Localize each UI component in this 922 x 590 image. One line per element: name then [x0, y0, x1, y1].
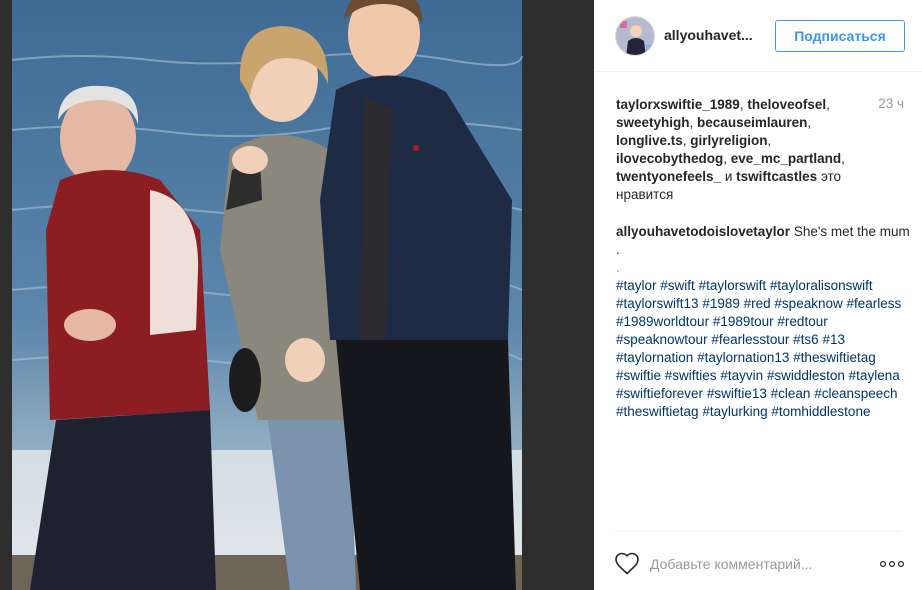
hashtag-link[interactable]: #ts6 [793, 332, 819, 347]
hashtag-link[interactable]: #tomhiddlestone [771, 404, 870, 419]
caption-dot: . [616, 260, 620, 275]
username-link[interactable]: allyouhavet... [664, 27, 756, 43]
hashtag-link[interactable]: #swift [660, 278, 695, 293]
like-user[interactable]: eve_mc_partland [731, 151, 841, 166]
hashtag-list: #taylor #swift #taylorswift #tayloraliso… [616, 277, 912, 421]
beach-photo-illustration [0, 0, 594, 590]
hashtag-link[interactable]: #taylor [616, 278, 657, 293]
like-user[interactable]: twentyonefeels_ [616, 169, 721, 184]
hashtag-link[interactable]: #theswiftietag [793, 350, 876, 365]
hashtag-link[interactable]: #swifties [665, 368, 717, 383]
hashtag-link[interactable]: #taylurking [702, 404, 767, 419]
hashtag-link[interactable]: #red [744, 296, 771, 311]
like-user[interactable]: longlive.ts [616, 133, 683, 148]
likes-and-word: и [724, 169, 733, 184]
hashtag-link[interactable]: #1989tour [713, 314, 774, 329]
footer-divider [614, 531, 902, 532]
post-details-panel: allyouhavet... Подписаться taylorxswifti… [594, 0, 922, 590]
hashtag-link[interactable]: #taylorswift13 [616, 296, 699, 311]
more-options-icon[interactable] [880, 561, 904, 567]
like-user[interactable]: ilovecobythedog [616, 151, 723, 166]
hashtag-link[interactable]: #1989 [702, 296, 740, 311]
hashtag-link[interactable]: #swiddleston [767, 368, 845, 383]
comment-input[interactable] [650, 554, 870, 574]
like-user[interactable]: tswiftcastles [736, 169, 817, 184]
follow-button[interactable]: Подписаться [775, 20, 905, 52]
hashtag-link[interactable]: #1989worldtour [616, 314, 709, 329]
like-user[interactable]: girlyreligion [690, 133, 767, 148]
like-user[interactable]: taylorxswiftie_1989 [616, 97, 740, 112]
caption-author[interactable]: allyouhavetodoislovetaylor [616, 224, 790, 239]
hashtag-link[interactable]: #speaknowtour [616, 332, 708, 347]
like-user[interactable]: sweetyhigh [616, 115, 690, 130]
hashtag-link[interactable]: #swiftieforever [616, 386, 703, 401]
post-caption: allyouhavetodoislovetaylor She's met the… [616, 223, 912, 421]
hashtag-link[interactable]: #speaknow [774, 296, 842, 311]
post-photo [0, 0, 594, 590]
hashtag-link[interactable]: #taylorswift [699, 278, 767, 293]
hashtag-link[interactable]: #tayvin [720, 368, 763, 383]
avatar[interactable] [615, 16, 655, 56]
hashtag-link[interactable]: #redtour [777, 314, 827, 329]
hashtag-link[interactable]: #clean [771, 386, 811, 401]
hashtag-link[interactable]: #theswiftietag [616, 404, 699, 419]
hashtag-link[interactable]: #taylena [849, 368, 900, 383]
post-header: allyouhavet... Подписаться [594, 0, 922, 72]
hashtag-link[interactable]: #fearlesstour [711, 332, 789, 347]
hashtag-link[interactable]: #taylornation13 [697, 350, 789, 365]
hashtag-link[interactable]: #swiftie13 [707, 386, 767, 401]
hashtag-link[interactable]: #tayloralisonswift [770, 278, 873, 293]
like-user[interactable]: theloveofsel [747, 97, 826, 112]
post-timestamp[interactable]: 23 ч [878, 96, 904, 111]
hashtag-link[interactable]: #13 [822, 332, 845, 347]
hashtag-link[interactable]: #taylornation [616, 350, 693, 365]
post-footer [594, 540, 922, 590]
hashtag-link[interactable]: #swiftie [616, 368, 661, 383]
hashtag-link[interactable]: #cleanspeech [814, 386, 897, 401]
likes-summary: taylorxswiftie_1989, theloveofsel, sweet… [616, 97, 845, 202]
like-user[interactable]: becauseimlauren [697, 115, 807, 130]
hashtag-link[interactable]: #fearless [847, 296, 902, 311]
avatar-image-icon [616, 17, 654, 55]
heart-icon[interactable] [614, 552, 640, 576]
